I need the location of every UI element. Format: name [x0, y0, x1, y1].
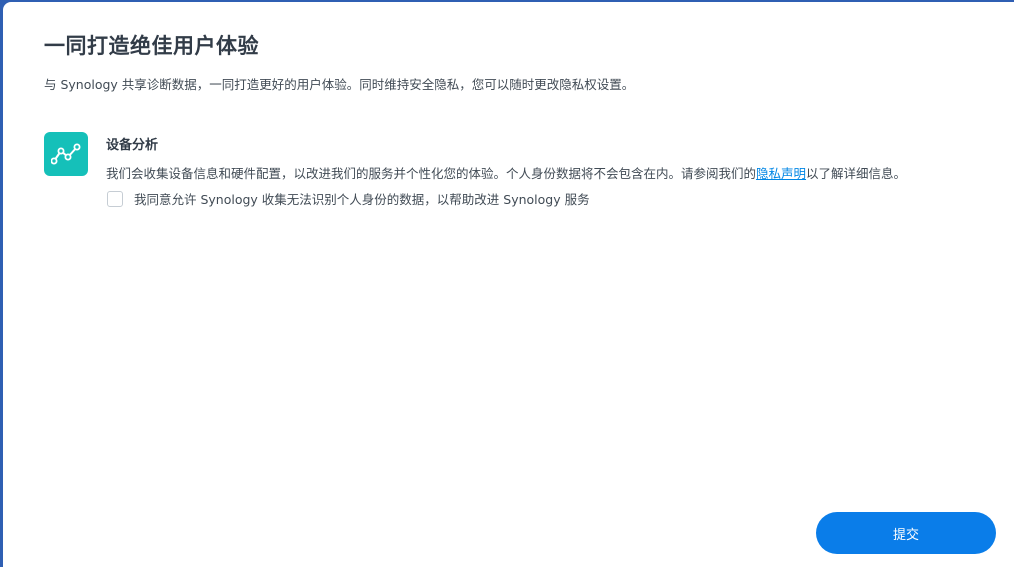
consent-checkbox[interactable] — [107, 190, 123, 207]
page-title: 一同打造绝佳用户体验 — [44, 34, 259, 58]
section-title-device-analytics: 设备分析 — [106, 138, 159, 153]
page-subtitle: 与 Synology 共享诊断数据，一同打造更好的用户体验。同时维持安全隐私，您… — [44, 77, 635, 92]
description-text: 我们会收集设备信息和硬件配置，以改进我们的服务并个性化您的体验。个人身份数据将不… — [106, 166, 757, 181]
description-text-end: 以了解详细信息。 — [806, 166, 907, 181]
privacy-statement-link[interactable]: 隐私声明 — [756, 166, 806, 181]
submit-button[interactable]: 提交 — [816, 512, 996, 554]
analytics-line-chart-icon — [44, 132, 88, 176]
consent-row[interactable]: 我同意允许 Synology 收集无法识别个人身份的数据，以帮助改进 Synol… — [107, 189, 590, 208]
consent-label[interactable]: 我同意允许 Synology 收集无法识别个人身份的数据，以帮助改进 Synol… — [134, 189, 590, 208]
section-description: 我们会收集设备信息和硬件配置，以改进我们的服务并个性化您的体验。个人身份数据将不… — [106, 163, 906, 182]
dialog-window: 一同打造绝佳用户体验 与 Synology 共享诊断数据，一同打造更好的用户体验… — [3, 2, 1014, 567]
